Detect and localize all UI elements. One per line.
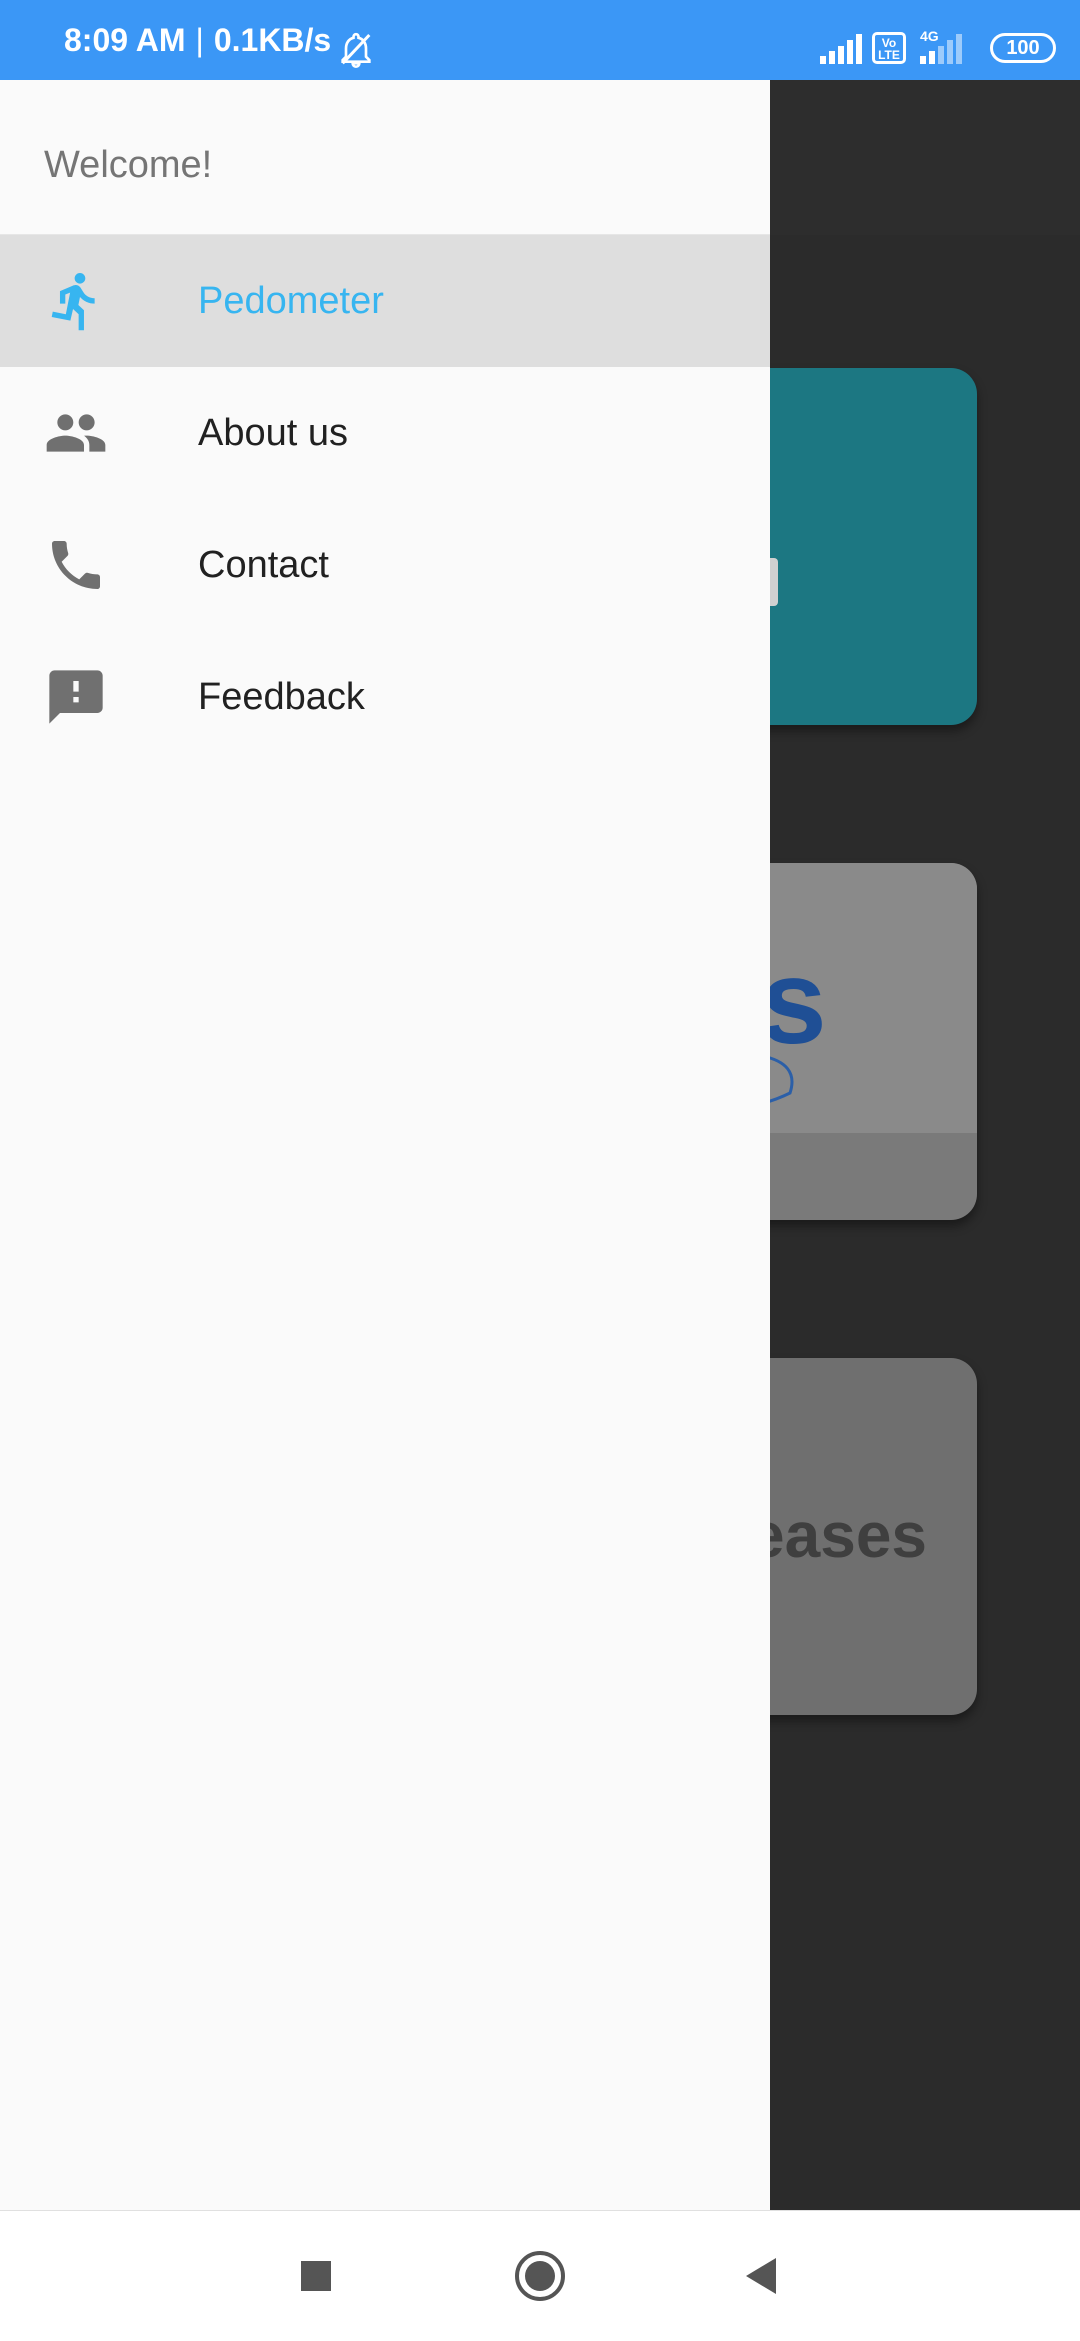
system-nav-bar xyxy=(0,2210,1080,2341)
diseases-card-text: eases xyxy=(749,1499,927,1571)
network-speed: 0.1KB/s xyxy=(213,22,332,58)
drawer-item-label: Pedometer xyxy=(198,280,384,322)
triangle-back-icon xyxy=(746,2258,776,2294)
volte-icon: Vo LTE xyxy=(872,32,906,64)
status-right: Vo LTE 4G 100 xyxy=(820,0,1080,80)
drawer-item-contact[interactable]: Contact xyxy=(0,499,770,631)
status-separator: | xyxy=(195,22,204,58)
status-bar: 8:09 AM | 0.1KB/s Vo LTE 4G 100 xyxy=(0,0,1080,80)
people-icon xyxy=(46,414,106,452)
running-icon xyxy=(51,272,95,331)
status-time: 8:09 AM xyxy=(64,22,186,58)
feedback-icon xyxy=(49,670,103,724)
volte-bottom: LTE xyxy=(878,48,900,62)
drawer-item-feedback[interactable]: Feedback xyxy=(0,631,770,763)
drawer-item-label: About us xyxy=(198,412,348,454)
drawer-header: Welcome! xyxy=(0,80,770,235)
square-icon xyxy=(301,2261,331,2291)
signal-icon xyxy=(820,34,862,64)
battery-level: 100 xyxy=(1006,37,1040,59)
drawer-item-label: Contact xyxy=(198,544,329,586)
welcome-text: Welcome! xyxy=(44,144,213,186)
bell-off-icon xyxy=(341,32,371,69)
navigation-drawer: Welcome! Pedometer About us Contact Feed… xyxy=(0,80,770,2210)
status-left: 8:09 AM | 0.1KB/s xyxy=(64,0,331,80)
battery-icon: 100 xyxy=(990,33,1056,63)
phone-icon xyxy=(52,541,100,589)
signal-4g-icon xyxy=(920,34,962,64)
home-button[interactable] xyxy=(510,2246,570,2306)
drawer-item-about-us[interactable]: About us xyxy=(0,367,770,499)
recents-button[interactable] xyxy=(286,2246,346,2306)
drawer-item-label: Feedback xyxy=(198,676,365,718)
drawer-item-pedometer[interactable]: Pedometer xyxy=(0,235,770,367)
circle-fill-icon xyxy=(525,2261,555,2291)
back-button[interactable] xyxy=(732,2246,792,2306)
